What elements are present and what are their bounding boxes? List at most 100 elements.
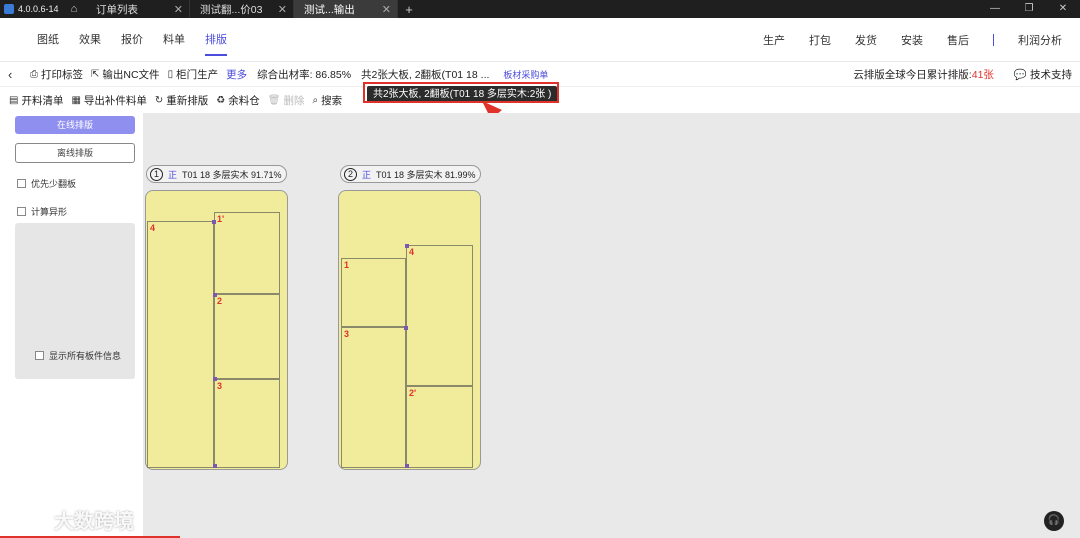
tech-support-text: 技术支持 xyxy=(1030,69,1072,81)
minimize-icon[interactable]: — xyxy=(978,0,1012,18)
recycle-icon: ♻ xyxy=(216,94,226,106)
close-icon[interactable]: ✕ xyxy=(382,3,391,16)
close-icon[interactable]: ✕ xyxy=(174,3,183,16)
boards-summary[interactable]: 共2张大板, 2翻板(T01 18 ... xyxy=(361,67,489,82)
export-sheet-icon: ▦ xyxy=(71,94,81,106)
part-number: 1' xyxy=(217,214,225,224)
menu-material-list[interactable]: 料单 xyxy=(153,18,195,62)
part-info-panel: 显示所有板件信息 xyxy=(15,223,135,379)
flip-priority-checkbox[interactable]: 优先少翻板 xyxy=(17,177,76,190)
chat-icon: 💬 xyxy=(1013,69,1027,81)
menu-after-sales[interactable]: 售后 xyxy=(947,32,969,48)
show-all-info-label: 显示所有板件信息 xyxy=(49,351,122,361)
sheet-material: T01 18 多层实木 91.71% xyxy=(182,169,282,180)
close-window-icon[interactable]: ✕ xyxy=(1046,0,1080,18)
sheet-label-1[interactable]: 1 正 T01 18 多层实木 91.71% xyxy=(146,165,287,183)
menu-packing[interactable]: 打包 xyxy=(809,32,831,48)
purchase-order-link[interactable]: 板材采购单 xyxy=(503,68,548,81)
part-piece[interactable]: 4 xyxy=(147,221,214,468)
print-label-button[interactable]: ⎙ 打印标签 xyxy=(30,67,83,82)
sheet-side: 正 xyxy=(168,169,178,180)
export-supplement-text: 导出补件料单 xyxy=(83,94,147,107)
part-number: 4 xyxy=(150,223,156,233)
door-icon: ▯ xyxy=(167,68,174,80)
export-icon: ⇱ xyxy=(91,68,100,80)
search-icon: ⌕ xyxy=(312,94,319,106)
tab-output[interactable]: 测试...输出 ✕ xyxy=(294,0,398,18)
refresh-icon: ↻ xyxy=(154,94,164,106)
menu-shipping[interactable]: 发货 xyxy=(855,32,877,48)
tab-label: 订单列表 xyxy=(96,3,138,16)
part-number: 2' xyxy=(409,388,417,398)
headset-icon[interactable]: 🎧 xyxy=(1044,511,1064,531)
edge-marker xyxy=(213,293,217,297)
window-controls: — ❐ ✕ xyxy=(978,0,1080,18)
irregular-label: 计算异形 xyxy=(31,207,68,217)
sheet-number: 2 xyxy=(344,167,357,181)
watermark-text: 大数跨境 xyxy=(54,511,134,533)
menu-profit-analysis[interactable]: 利润分析 xyxy=(1018,32,1062,48)
layout-canvas: 1 正 T01 18 多层实木 91.71% 4 1' 2 3 2 正 T01 … xyxy=(143,113,1080,538)
sheet-2[interactable]: 1 4 3 2' xyxy=(338,190,481,470)
version-text: 4.0.0.6-14 xyxy=(18,4,59,14)
show-all-info-checkbox[interactable]: 显示所有板件信息 xyxy=(35,349,121,362)
tab-order-list[interactable]: 订单列表 ✕ xyxy=(86,0,190,18)
menu-layout[interactable]: 排版 xyxy=(195,18,237,62)
export-supplement-button[interactable]: ▦ 导出补件料单 xyxy=(71,93,146,108)
part-piece[interactable]: 3 xyxy=(341,327,406,468)
part-piece[interactable]: 2' xyxy=(406,386,473,468)
edge-marker xyxy=(212,220,216,224)
edge-marker xyxy=(404,326,408,330)
edge-marker xyxy=(213,377,217,381)
maximize-icon[interactable]: ❐ xyxy=(1012,0,1046,18)
sheet-side: 正 xyxy=(362,169,372,180)
sheet-number: 1 xyxy=(150,167,163,181)
annotation-highlight-box xyxy=(363,82,559,103)
edge-marker xyxy=(405,464,409,468)
menu-production[interactable]: 生产 xyxy=(763,32,785,48)
cut-list-text: 开料清单 xyxy=(21,94,64,107)
door-production-text: 柜门生产 xyxy=(176,68,219,81)
checkbox-icon xyxy=(17,179,26,188)
offline-layout-button[interactable]: 离线排版 xyxy=(15,143,135,163)
flip-priority-label: 优先少翻板 xyxy=(31,179,77,189)
cut-list-button[interactable]: ▤ 开料清单 xyxy=(9,93,63,108)
list-icon: ▤ xyxy=(9,94,19,106)
back-icon[interactable]: ‹ xyxy=(8,67,22,82)
cloud-layout-stat: 云排版全球今日累计排版: xyxy=(853,69,972,81)
menu-effect[interactable]: 效果 xyxy=(69,18,111,62)
part-piece[interactable]: 1 xyxy=(341,258,406,327)
part-piece[interactable]: 2 xyxy=(214,294,280,379)
online-layout-button[interactable]: 在线排版 xyxy=(15,116,135,134)
sheet-1[interactable]: 4 1' 2 3 xyxy=(145,190,288,470)
add-tab-button[interactable]: + xyxy=(398,2,420,17)
part-number: 2 xyxy=(217,296,223,306)
menu-install[interactable]: 安装 xyxy=(901,32,923,48)
edge-marker xyxy=(405,244,409,248)
tab-quote[interactable]: 测试翻...价03 ✕ xyxy=(190,0,294,18)
part-piece[interactable]: 3 xyxy=(214,379,280,468)
menu-quote[interactable]: 报价 xyxy=(111,18,153,62)
part-number: 1 xyxy=(344,260,350,270)
checkbox-icon xyxy=(17,207,26,216)
delete-button[interactable]: 🗑 删除 xyxy=(268,93,305,108)
trash-icon: 🗑 xyxy=(267,94,281,106)
watermark-logo-icon xyxy=(8,508,48,531)
sheet-label-2[interactable]: 2 正 T01 18 多层实木 81.99% xyxy=(340,165,481,183)
output-nc-button[interactable]: ⇱ 输出NC文件 xyxy=(91,67,160,82)
menu-drawing[interactable]: 图纸 xyxy=(27,18,69,62)
home-icon[interactable]: ⌂ xyxy=(62,3,86,15)
re-layout-button[interactable]: ↻ 重新排版 xyxy=(155,93,208,108)
door-production-button[interactable]: ▯ 柜门生产 xyxy=(168,67,219,82)
part-piece[interactable]: 1' xyxy=(214,212,280,294)
more-button[interactable]: 更多 xyxy=(226,67,247,82)
part-piece[interactable]: 4 xyxy=(406,245,473,386)
close-icon[interactable]: ✕ xyxy=(278,3,287,16)
remnant-store-text: 余料仓 xyxy=(228,94,260,107)
irregular-checkbox[interactable]: 计算异形 xyxy=(17,205,67,218)
tech-support-button[interactable]: 💬 技术支持 xyxy=(1014,67,1072,82)
printer-icon: ⎙ xyxy=(30,68,38,80)
search-button[interactable]: ⌕ 搜索 xyxy=(312,93,342,108)
part-number: 3 xyxy=(217,381,223,391)
remnant-store-button[interactable]: ♻ 余料仓 xyxy=(216,93,259,108)
